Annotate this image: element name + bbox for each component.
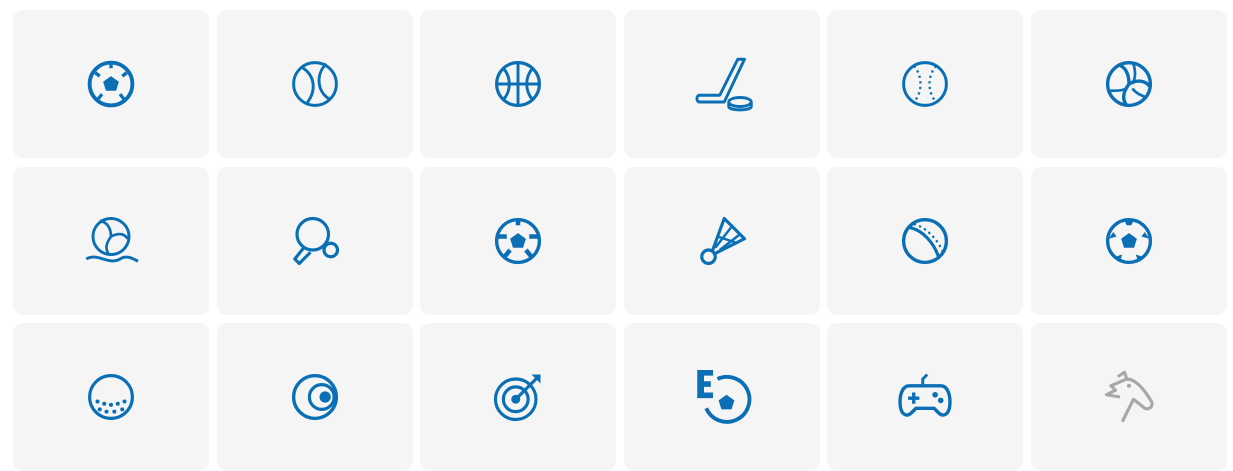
bowling-ball-icon — [291, 373, 338, 421]
hockey-stick-puck-icon — [695, 57, 753, 112]
volleyball-icon — [1105, 60, 1152, 108]
soccer-ball-icon — [87, 60, 135, 108]
icon-tile[interactable] — [420, 166, 616, 315]
icon-tile[interactable] — [1030, 166, 1227, 315]
icon-tile[interactable] — [827, 323, 1023, 471]
icon-tile[interactable] — [216, 10, 413, 158]
badminton-shuttlecock-icon — [699, 216, 746, 265]
icon-tile[interactable] — [1030, 10, 1227, 158]
icon-tile[interactable] — [827, 10, 1023, 158]
sports-icon-grid — [13, 10, 1227, 471]
icon-tile[interactable] — [420, 323, 616, 471]
cricket-ball-icon — [901, 217, 949, 264]
icon-tile[interactable] — [623, 166, 820, 315]
icon-tile[interactable] — [827, 166, 1023, 315]
icon-tile[interactable] — [623, 10, 820, 158]
archery-target-icon — [493, 374, 541, 422]
esports-soccer-icon — [696, 370, 751, 424]
ping-pong-icon — [292, 216, 339, 265]
icon-tile[interactable] — [623, 323, 820, 471]
icon-tile[interactable] — [216, 323, 413, 471]
tennis-ball-icon — [291, 61, 338, 107]
game-controller-icon — [898, 373, 952, 417]
icon-tile[interactable] — [1030, 323, 1227, 471]
golf-ball-icon — [88, 374, 134, 420]
icon-tile[interactable] — [13, 10, 209, 158]
football-ball-icon — [494, 217, 542, 264]
icon-tile[interactable] — [216, 166, 413, 315]
icon-tile[interactable] — [13, 166, 209, 315]
icon-tile[interactable] — [13, 323, 209, 471]
basketball-icon — [495, 61, 541, 107]
baseball-icon — [902, 61, 948, 107]
icon-tile[interactable] — [420, 10, 616, 158]
horse-icon — [1104, 370, 1154, 423]
soccer-ball-alt-icon — [1105, 217, 1152, 264]
beach-volleyball-icon — [85, 216, 139, 263]
